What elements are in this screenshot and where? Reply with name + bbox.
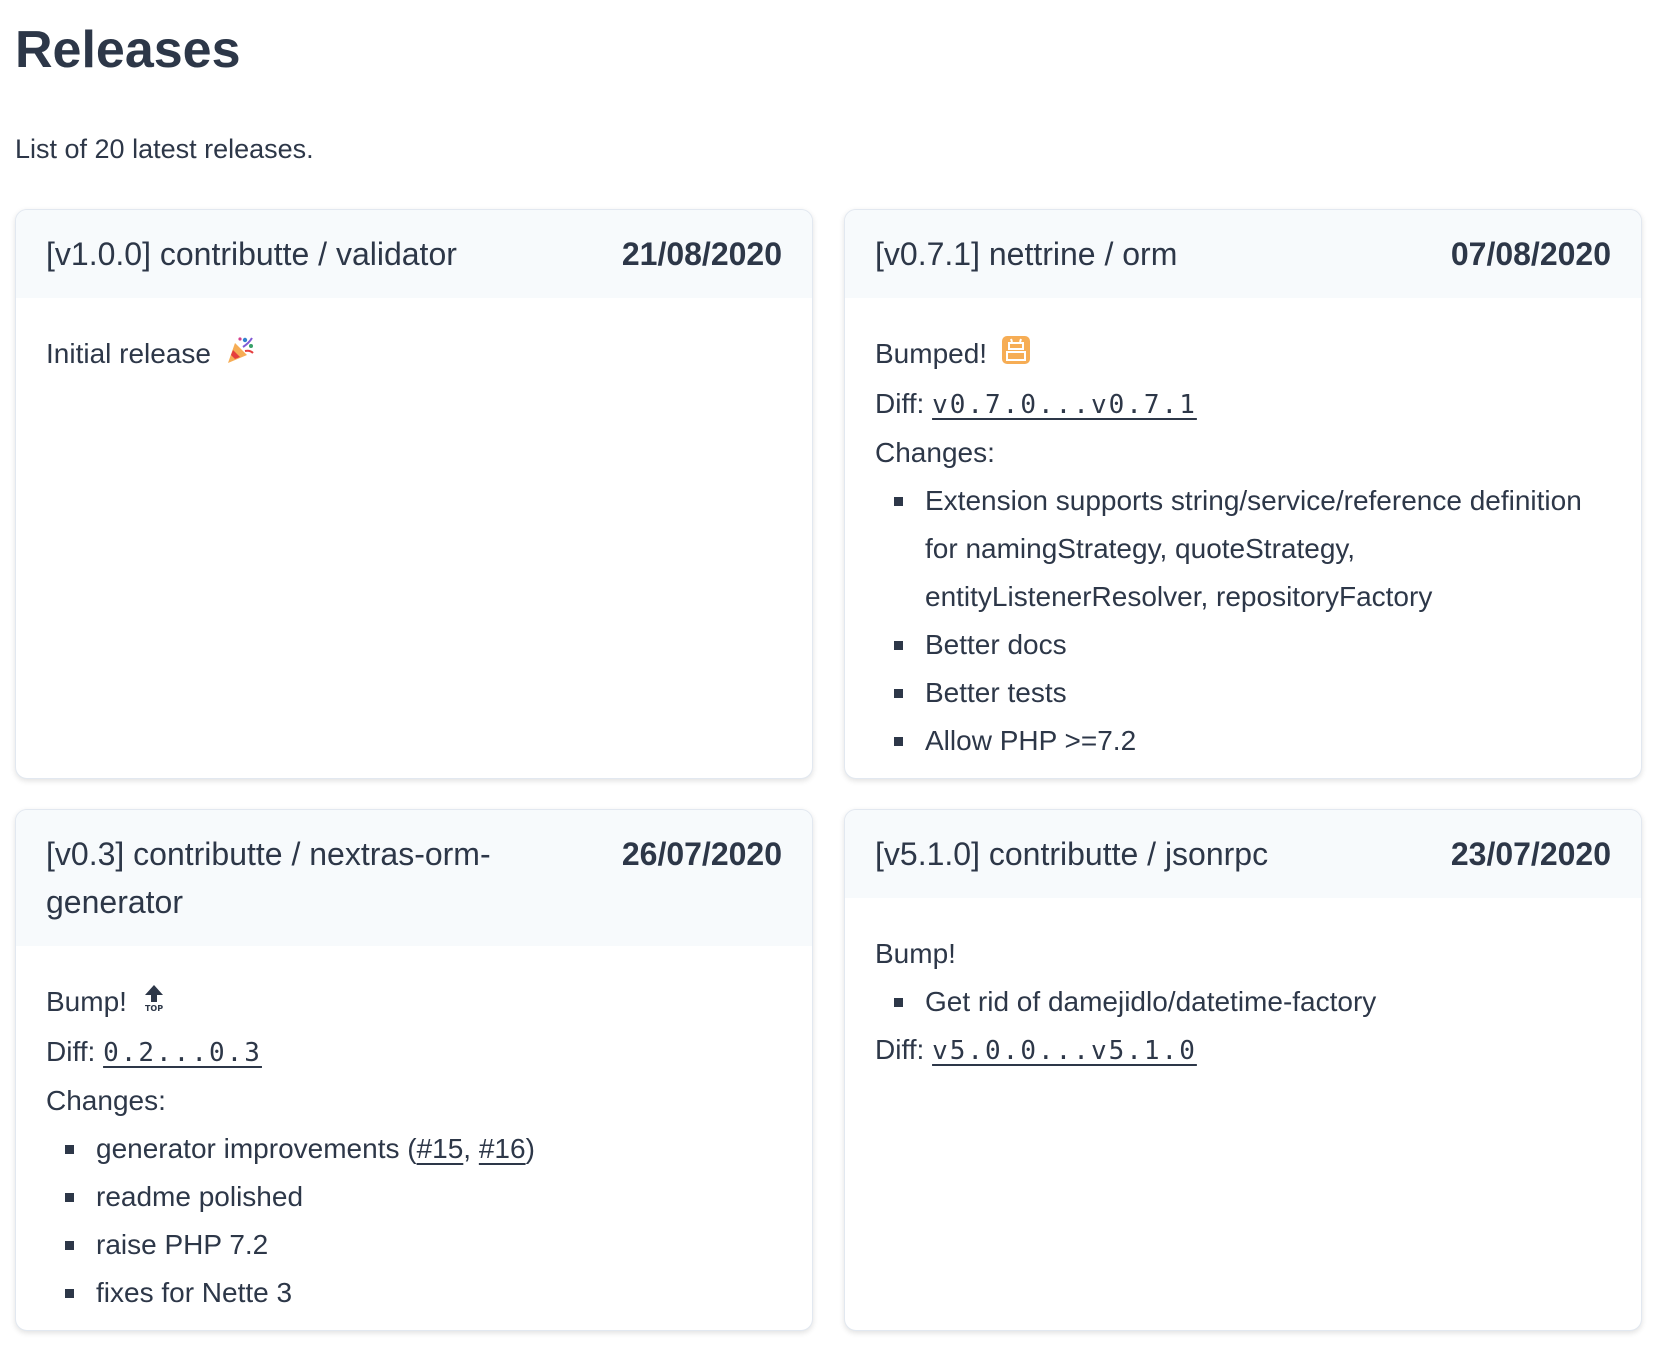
diff-link[interactable]: v5.0.0...v5.1.0 <box>932 1036 1197 1066</box>
release-card-header: [v5.1.0] contributte / jsonrpc 23/07/202… <box>845 810 1641 898</box>
svg-text:TOP: TOP <box>145 1004 163 1013</box>
list-item: raise PHP 7.2 <box>65 1221 782 1269</box>
top-arrow-icon: TOP <box>141 980 167 1028</box>
release-diff: Diff: v0.7.0...v0.7.1 <box>875 380 1611 429</box>
release-body: Bump! Get rid of damejidlo/datetime-fact… <box>845 898 1641 1095</box>
japanese-open-for-business-icon <box>1001 332 1031 380</box>
release-card-header: [v1.0.0] contributte / validator 21/08/2… <box>16 210 812 298</box>
release-date: 07/08/2020 <box>1450 236 1611 272</box>
list-item: Allow PHP >=7.2 <box>894 717 1611 765</box>
diff-label: Diff: <box>46 1035 96 1067</box>
list-item: generator improvements (#15, #16) <box>65 1125 782 1173</box>
page-title: Releases <box>15 21 241 79</box>
list-item: fixes for Nette 3 <box>65 1269 782 1317</box>
release-diff: Diff: 0.2...0.3 <box>46 1028 782 1077</box>
release-title: [v0.7.1] nettrine / orm <box>875 236 1178 272</box>
release-intro-text: Bump! <box>875 938 956 969</box>
page-subtitle: List of 20 latest releases. <box>15 134 314 164</box>
issue-close: ) <box>525 1132 535 1164</box>
release-intro-text: Bump! <box>46 986 127 1017</box>
list-item: Better docs <box>894 621 1611 669</box>
release-card-header: [v0.3] contributte / nextras-orm-generat… <box>16 810 812 946</box>
party-popper-icon <box>225 332 255 380</box>
list-item: Better tests <box>894 669 1611 717</box>
page: Releases List of 20 latest releases. [v1… <box>0 0 1663 1331</box>
release-body: Bumped! Diff: v0.7.0...v0.7.1 Changes: E… <box>845 298 1641 778</box>
changes-list: generator improvements (#15, #16) readme… <box>46 1125 782 1317</box>
release-card-header: [v0.7.1] nettrine / orm 07/08/2020 <box>845 210 1641 298</box>
release-body: Initial release <box>16 298 812 400</box>
release-card: [v0.7.1] nettrine / orm 07/08/2020 Bumpe… <box>844 209 1642 779</box>
list-item-text: generator improvements ( <box>96 1132 417 1164</box>
release-title: [v0.3] contributte / nextras-orm-generat… <box>46 836 491 920</box>
release-date: 26/07/2020 <box>621 836 782 872</box>
release-title: [v5.1.0] contributte / jsonrpc <box>875 836 1269 872</box>
changes-list: Extension supports string/service/refere… <box>875 477 1611 765</box>
list-item: Extension supports string/service/refere… <box>894 477 1611 621</box>
issue-link[interactable]: #15 <box>417 1133 464 1164</box>
release-diff: Diff: v5.0.0...v5.1.0 <box>875 1026 1611 1075</box>
release-intro: Initial release <box>46 330 782 380</box>
release-date: 21/08/2020 <box>621 236 782 272</box>
list-item: readme polished <box>65 1173 782 1221</box>
issue-separator: , <box>463 1132 479 1164</box>
releases-grid: [v1.0.0] contributte / validator 21/08/2… <box>15 209 1648 1331</box>
changes-label: Changes: <box>875 436 995 468</box>
changes-label: Changes: <box>46 1084 166 1116</box>
release-body: Bump! TOP Diff: 0.2...0.3 Changes: gener… <box>16 946 812 1330</box>
release-intro: Bump! TOP <box>46 978 782 1028</box>
list-item: Get rid of damejidlo/datetime-factory <box>894 978 1611 1026</box>
release-card: [v0.3] contributte / nextras-orm-generat… <box>15 809 813 1331</box>
issue-link[interactable]: #16 <box>479 1133 526 1164</box>
diff-link[interactable]: v0.7.0...v0.7.1 <box>932 390 1197 420</box>
release-intro-text: Bumped! <box>875 338 988 369</box>
diff-label: Diff: <box>875 1034 925 1065</box>
release-intro-text: Initial release <box>46 338 211 369</box>
release-intro: Bumped! <box>875 330 1611 380</box>
diff-label: Diff: <box>875 387 925 419</box>
diff-link[interactable]: 0.2...0.3 <box>103 1038 262 1068</box>
changes-list: Get rid of damejidlo/datetime-factory <box>875 978 1611 1026</box>
release-date: 23/07/2020 <box>1450 836 1611 872</box>
release-title: [v1.0.0] contributte / validator <box>46 236 457 272</box>
release-card: [v1.0.0] contributte / validator 21/08/2… <box>15 209 813 779</box>
release-card: [v5.1.0] contributte / jsonrpc 23/07/202… <box>844 809 1642 1331</box>
